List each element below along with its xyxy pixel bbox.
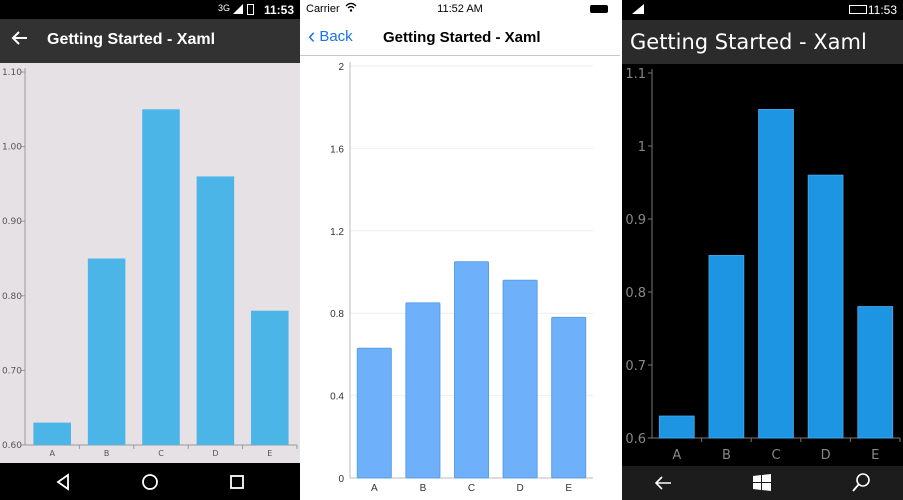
android-device: 3G 11:53 Getting Started - Xaml 0.60 0.70…: [0, 0, 300, 500]
bar-d: [807, 174, 844, 439]
bar-a: [33, 422, 71, 445]
chevron-left-icon: ‹: [308, 23, 316, 48]
nav-recents-icon[interactable]: [227, 472, 247, 492]
android-bar-chart: 0.60 0.70 0.80 0.90 1.00 1.10 A B C D E: [2, 68, 298, 458]
bar-e: [551, 316, 587, 479]
x-tick-label: E: [565, 483, 572, 494]
bar-a: [356, 347, 392, 479]
android-app-bar: Getting Started - Xaml: [0, 19, 300, 63]
back-label: Back: [319, 28, 353, 45]
bar-c: [142, 109, 180, 446]
x-tick-label: D: [212, 449, 218, 458]
y-tick-label: 0.80: [2, 292, 22, 302]
y-tick-label: 0.90: [2, 217, 22, 227]
windows-bar-chart: 0.6 0.7 0.8 0.9 1 1.1 A B C D E: [625, 67, 901, 463]
ios-status-bar: Carrier 11:52 AM: [300, 0, 620, 18]
y-tick-label: 1.1: [625, 67, 646, 82]
bar-d: [196, 176, 235, 445]
x-tick-label: C: [158, 449, 164, 458]
x-tick-label: B: [104, 449, 110, 458]
page-title: Getting Started - Xaml: [47, 31, 216, 48]
y-tick-label: 0.8: [625, 286, 646, 301]
y-tick-label: 0.7: [625, 359, 646, 374]
x-tick-label: C: [468, 483, 475, 494]
y-tick-label: 0.70: [2, 366, 22, 376]
windows-app-bar: [622, 466, 903, 500]
y-tick-label: 1.6: [330, 144, 344, 155]
x-tick-label: B: [420, 483, 427, 494]
y-tick-label: 0: [338, 474, 344, 485]
bar-b: [405, 302, 441, 479]
windows-device: 11:53 Getting Started - Xaml 0.6 0.7 0.8 0.…: [622, 0, 903, 500]
search-icon[interactable]: [850, 472, 872, 494]
windows-status-bar: 11:53: [622, 0, 903, 20]
battery-icon: [590, 5, 608, 13]
bar-c: [453, 261, 490, 479]
back-button[interactable]: ‹ Back: [308, 23, 353, 48]
windows-title-bar: Getting Started - Xaml: [622, 20, 903, 64]
y-tick-label: 0.60: [2, 441, 22, 451]
android-status-bar: 3G 11:53: [0, 0, 300, 19]
nav-back-icon[interactable]: [53, 472, 73, 492]
y-tick-label: 1.10: [2, 68, 22, 78]
x-tick-label: E: [871, 448, 879, 463]
page-title: Getting Started - Xaml: [383, 29, 541, 46]
bar-b: [87, 258, 126, 445]
y-tick-label: 1.00: [2, 143, 22, 153]
page-title: Getting Started - Xaml: [630, 30, 867, 54]
signal-icon: [233, 4, 243, 14]
windows-start-icon[interactable]: [751, 472, 773, 494]
x-tick-label: A: [49, 449, 55, 458]
nav-home-icon[interactable]: [140, 472, 160, 492]
network-type-label: 3G: [217, 3, 230, 13]
y-tick-label: 0.4: [330, 392, 344, 403]
back-arrow-icon[interactable]: [652, 472, 674, 494]
x-tick-label: D: [821, 448, 831, 463]
bar-c: [758, 109, 794, 439]
x-tick-label: B: [722, 448, 731, 463]
battery-icon: [247, 4, 254, 15]
android-nav-bar: [0, 463, 300, 500]
x-tick-label: A: [371, 483, 378, 494]
bar-a: [658, 415, 695, 439]
ios-device: Carrier 11:52 AM ‹ Back Getting Started -…: [300, 0, 620, 500]
signal-icon: [632, 4, 644, 14]
bar-e: [251, 310, 289, 445]
ios-bar-chart: 0 0.4 0.8 1.2 1.6 2 A B C D E: [330, 62, 593, 494]
bar-b: [708, 255, 745, 439]
bar-d: [502, 279, 538, 479]
y-tick-label: 1: [638, 140, 646, 155]
y-tick-label: 0.6: [625, 432, 646, 447]
x-tick-label: D: [516, 483, 523, 494]
status-time: 11:52 AM: [437, 3, 483, 15]
y-tick-label: 0.9: [625, 213, 646, 228]
battery-icon: [849, 5, 867, 14]
y-tick-label: 2: [338, 62, 344, 73]
x-tick-label: E: [267, 449, 272, 458]
y-tick-label: 1.2: [330, 227, 344, 238]
bar-e: [857, 306, 894, 439]
y-tick-label: 0.8: [330, 309, 344, 320]
status-time: 11:53: [867, 3, 897, 17]
x-tick-label: C: [771, 448, 780, 463]
ios-nav-bar: ‹ Back Getting Started - Xaml: [300, 18, 620, 56]
x-tick-label: A: [672, 448, 681, 463]
back-arrow-icon[interactable]: [10, 28, 30, 54]
status-time: 11:53: [263, 3, 294, 17]
